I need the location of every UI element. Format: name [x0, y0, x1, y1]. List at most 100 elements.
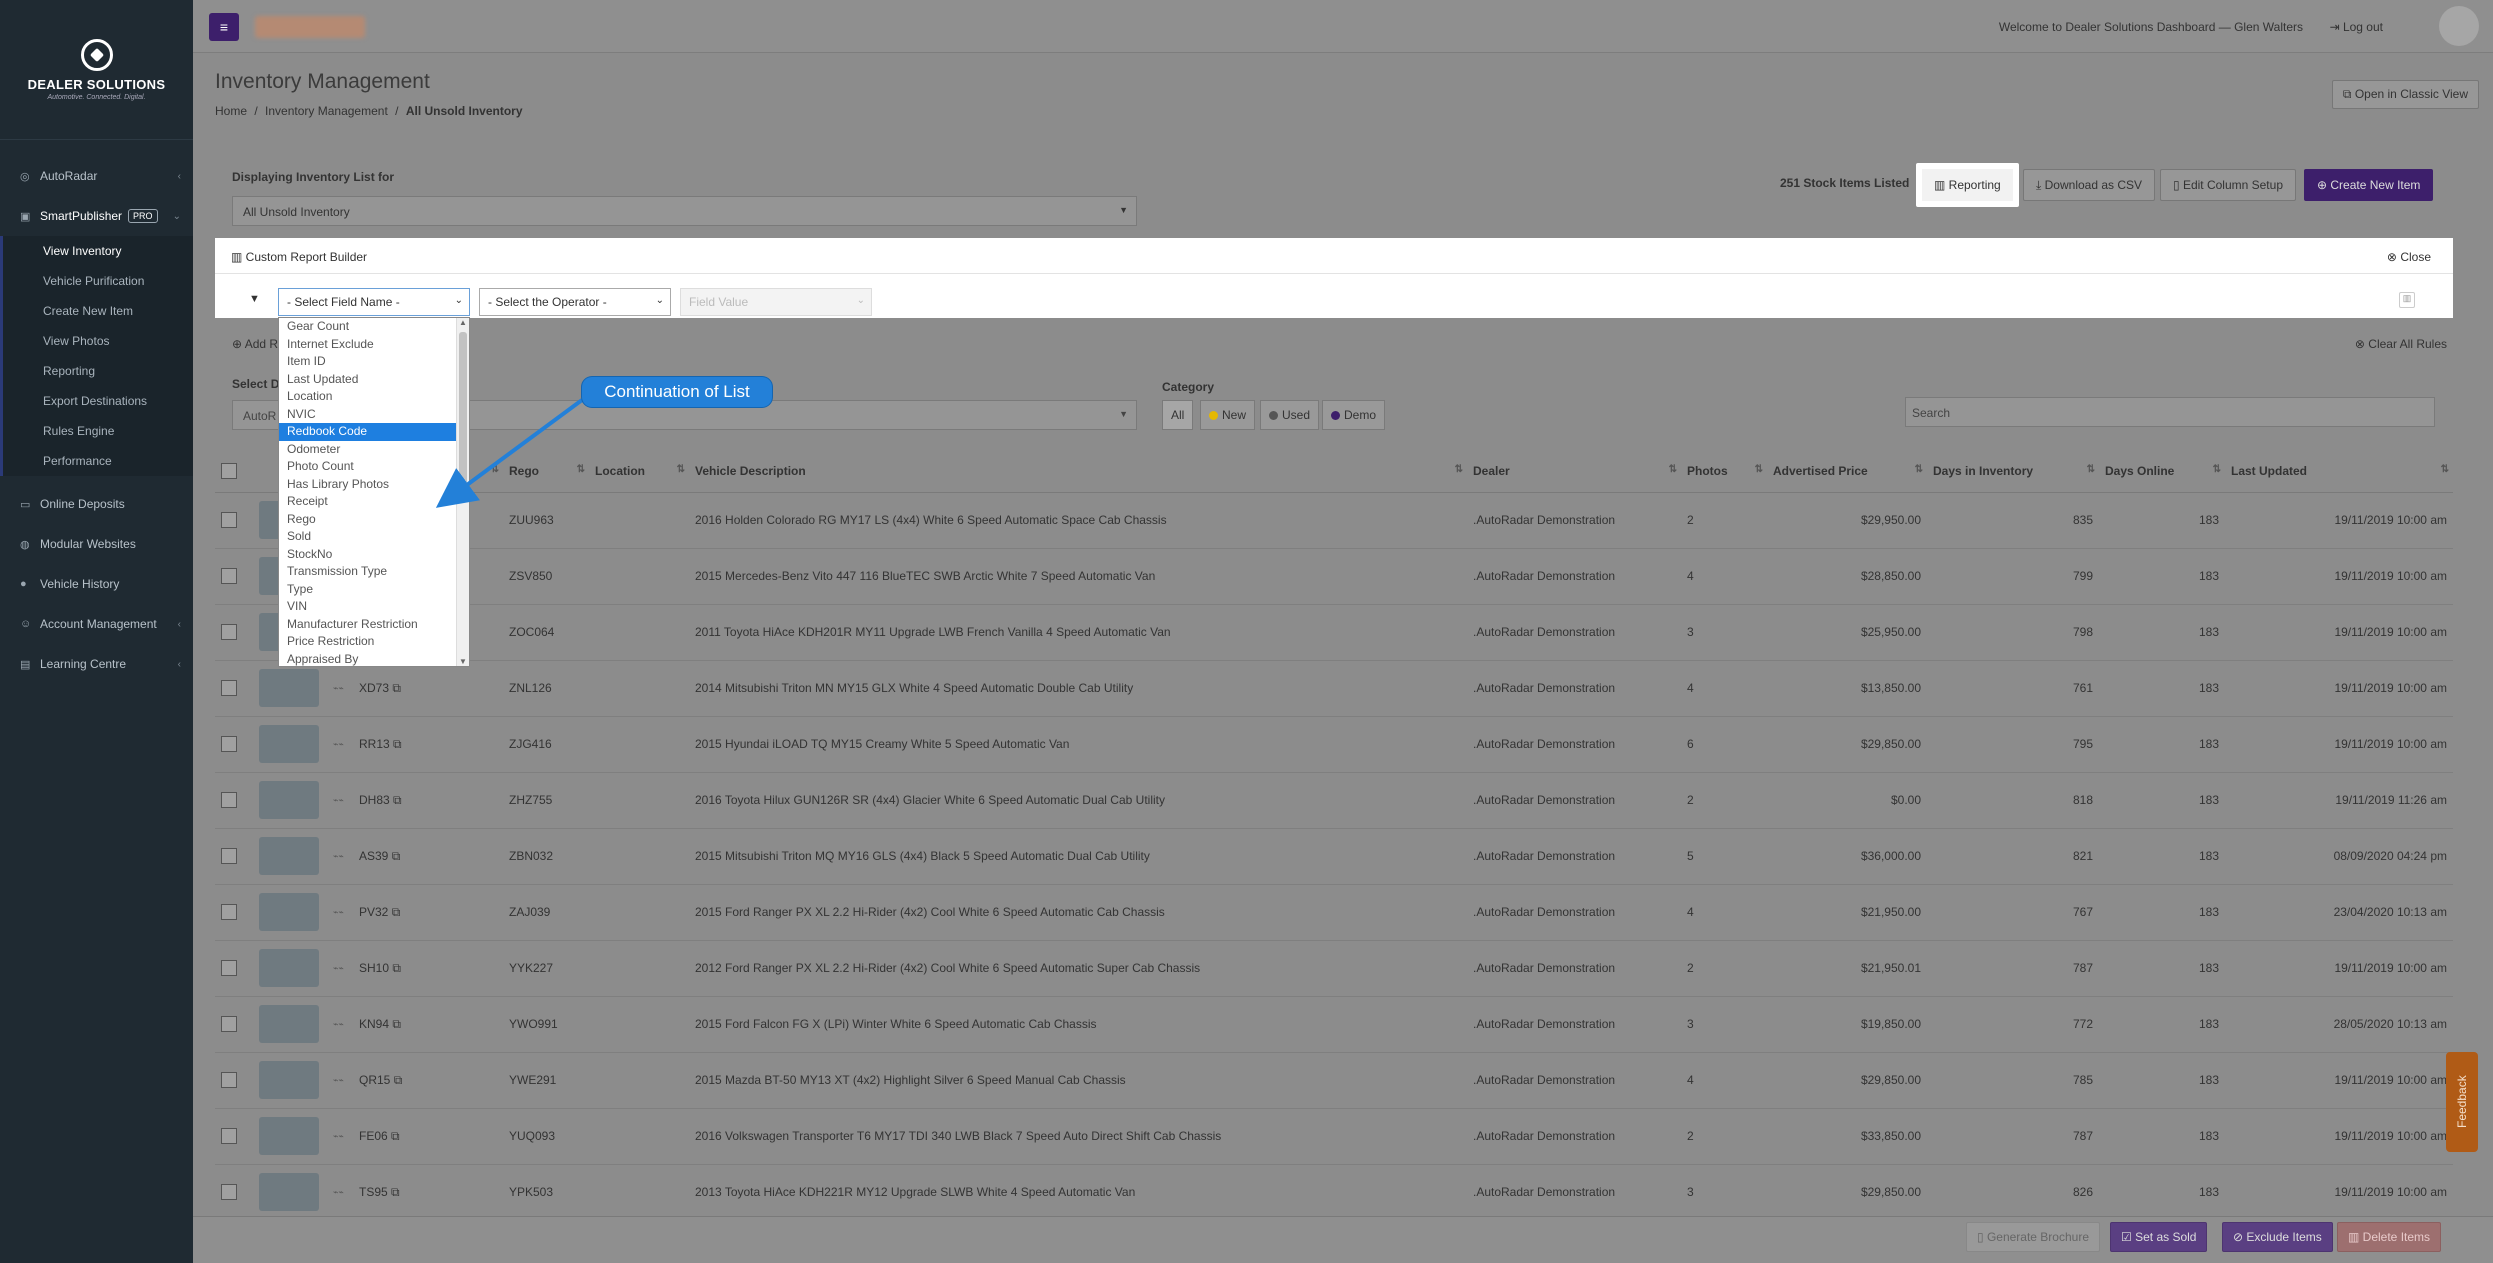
days-online-column-header[interactable]: Days Online ⇅: [2099, 450, 2225, 493]
dropdown-option[interactable]: StockNo: [279, 546, 469, 564]
sidebar-item-online-deposits[interactable]: ▭ Online Deposits: [0, 484, 193, 524]
table-row[interactable]: ⌁⌁ FE06 ⧉ YUQ093 2016 Volkswagen Transporte…: [215, 1108, 2453, 1165]
search-input[interactable]: Search: [1905, 397, 2435, 427]
vehicle-thumbnail[interactable]: [259, 781, 319, 819]
sort-icon[interactable]: ⇅: [491, 464, 499, 475]
delete-items-button[interactable]: ▥ Delete Items: [2337, 1222, 2442, 1252]
sort-icon[interactable]: ⇅: [2087, 464, 2095, 475]
external-link-icon[interactable]: ⧉: [394, 1073, 403, 1087]
table-row[interactable]: ⌁⌁ZOC0642011 Toyota HiAce KDH201R MY11 U…: [215, 604, 2453, 661]
sort-icon[interactable]: ⇅: [1669, 464, 1677, 475]
external-link-icon[interactable]: ⧉: [392, 1017, 401, 1031]
dropdown-option[interactable]: Redbook Code: [279, 423, 469, 441]
trash-icon[interactable]: ▥: [2399, 292, 2415, 308]
table-row[interactable]: ⌁⌁ AS39 ⧉ ZBN032 2015 Mitsubishi Triton MQ …: [215, 828, 2453, 885]
logout-link[interactable]: ⇥ Log out: [2330, 20, 2383, 34]
sidebar-item-reporting[interactable]: Reporting: [3, 356, 193, 386]
sidebar-item-smartpublisher[interactable]: ▣ SmartPublisher PRO ⌄: [0, 196, 193, 236]
vehicle-thumbnail[interactable]: [259, 837, 319, 875]
add-rule-button[interactable]: ⊕ Add R: [232, 337, 278, 351]
dropdown-scrollbar[interactable]: ▲ ▼: [456, 318, 469, 666]
dropdown-option[interactable]: Item ID: [279, 353, 469, 371]
row-checkbox[interactable]: [221, 1016, 237, 1032]
sidebar-item-performance[interactable]: Performance: [3, 446, 193, 476]
last-updated-column-header[interactable]: Last Updated ⇅: [2225, 450, 2453, 493]
feedback-tab[interactable]: Feedback: [2446, 1052, 2478, 1152]
hamburger-menu-icon[interactable]: ≡: [209, 13, 239, 41]
edit-column-setup-button[interactable]: ▯ Edit Column Setup: [2160, 169, 2296, 201]
clear-all-rules-button[interactable]: ⊗ Clear All Rules: [2355, 337, 2447, 351]
dropdown-option[interactable]: Has Library Photos: [279, 476, 469, 494]
table-row[interactable]: ⌁⌁ QR15 ⧉ YWE291 2015 Mazda BT-50 MY13 XT (…: [215, 1052, 2453, 1109]
table-row[interactable]: ⌁⌁ZSV8502015 Mercedes-Benz Vito 447 116 …: [215, 548, 2453, 605]
stock-number-link[interactable]: SH10: [359, 961, 389, 975]
external-link-icon[interactable]: ⧉: [392, 849, 401, 863]
breadcrumb-home[interactable]: Home: [215, 104, 247, 118]
days-inventory-column-header[interactable]: Days in Inventory ⇅: [1927, 450, 2099, 493]
row-checkbox[interactable]: [221, 1128, 237, 1144]
dropdown-option[interactable]: Type: [279, 581, 469, 599]
table-row[interactable]: ⌁⌁ SH10 ⧉ YYK227 2012 Ford Ranger PX XL 2.2…: [215, 940, 2453, 997]
category-used-button[interactable]: Used: [1260, 400, 1320, 430]
row-checkbox[interactable]: [221, 1184, 237, 1200]
sidebar-item-autoradar[interactable]: ◎ AutoRadar ‹: [0, 156, 193, 196]
table-row[interactable]: ⌁⌁ TS95 ⧉ YPK503 2013 Toyota HiAce KDH221R …: [215, 1164, 2453, 1221]
table-row[interactable]: ⌁⌁ KN94 ⧉ YWO991 2015 Ford Falcon FG X (LPi…: [215, 996, 2453, 1053]
external-link-icon[interactable]: ⧉: [393, 737, 402, 751]
external-link-icon[interactable]: ⧉: [392, 681, 401, 695]
dropdown-option[interactable]: Rego: [279, 511, 469, 529]
dropdown-option[interactable]: Transmission Type: [279, 563, 469, 581]
vehicle-thumbnail[interactable]: [259, 1173, 319, 1211]
sidebar-item-vehicle-purification[interactable]: Vehicle Purification: [3, 266, 193, 296]
external-link-icon[interactable]: ⧉: [392, 905, 401, 919]
sort-icon[interactable]: ⇅: [677, 464, 685, 475]
row-checkbox[interactable]: [221, 568, 237, 584]
dropdown-option[interactable]: Receipt: [279, 493, 469, 511]
row-checkbox[interactable]: [221, 736, 237, 752]
sidebar-item-create-new-item[interactable]: Create New Item: [3, 296, 193, 326]
dealer-column-header[interactable]: Dealer ⇅: [1467, 450, 1681, 493]
exclude-items-button[interactable]: ⊘ Exclude Items: [2222, 1222, 2333, 1252]
download-csv-button[interactable]: ⤓ Download as CSV: [2023, 169, 2156, 201]
stock-number-link[interactable]: PV32: [359, 905, 388, 919]
sort-icon[interactable]: ⇅: [1755, 464, 1763, 475]
table-row[interactable]: ⌁⌁ RR13 ⧉ ZJG416 2015 Hyundai iLOAD TQ MY15…: [215, 716, 2453, 773]
sort-icon[interactable]: ⇅: [2441, 464, 2449, 475]
stock-number-link[interactable]: QR15: [359, 1073, 390, 1087]
sidebar-item-view-inventory[interactable]: View Inventory: [3, 236, 193, 266]
table-row[interactable]: ⌁⌁ PV32 ⧉ ZAJ039 2015 Ford Ranger PX XL 2.2…: [215, 884, 2453, 941]
sidebar-item-account-management[interactable]: ☺ Account Management ‹: [0, 604, 193, 644]
dropdown-option[interactable]: VIN: [279, 598, 469, 616]
field-value-input[interactable]: Field Value ⌄: [680, 288, 872, 316]
price-column-header[interactable]: Advertised Price ⇅: [1767, 450, 1927, 493]
sort-icon[interactable]: ⇅: [1455, 464, 1463, 475]
stock-number-link[interactable]: RR13: [359, 737, 390, 751]
dropdown-option[interactable]: NVIC: [279, 406, 469, 424]
vehicle-thumbnail[interactable]: [259, 949, 319, 987]
location-column-header[interactable]: Location ⇅: [589, 450, 689, 493]
dropdown-option[interactable]: Location: [279, 388, 469, 406]
dropdown-option[interactable]: Sold: [279, 528, 469, 546]
sidebar-item-modular-websites[interactable]: ◍ Modular Websites: [0, 524, 193, 564]
vehicle-thumbnail[interactable]: [259, 1117, 319, 1155]
dropdown-option[interactable]: Gear Count: [279, 318, 469, 336]
row-checkbox[interactable]: [221, 512, 237, 528]
category-demo-button[interactable]: Demo: [1322, 400, 1386, 430]
dropdown-option[interactable]: Odometer: [279, 441, 469, 459]
stock-number-link[interactable]: AS39: [359, 849, 388, 863]
row-checkbox[interactable]: [221, 848, 237, 864]
sidebar-item-rules-engine[interactable]: Rules Engine: [3, 416, 193, 446]
stock-number-link[interactable]: TS95: [359, 1185, 388, 1199]
category-all-button[interactable]: All: [1162, 400, 1194, 430]
set-as-sold-button[interactable]: ☑ Set as Sold: [2110, 1222, 2208, 1252]
brand-logo[interactable]: DEALER SOLUTIONS Automotive. Connected. …: [0, 0, 193, 140]
breadcrumb-inventory-management[interactable]: Inventory Management: [265, 104, 388, 118]
description-column-header[interactable]: Vehicle Description ⇅: [689, 450, 1467, 493]
stock-number-link[interactable]: FE06: [359, 1129, 388, 1143]
open-classic-view-button[interactable]: ⧉ Open in Classic View: [2331, 80, 2479, 109]
close-button[interactable]: ⊗ Close: [2387, 250, 2431, 264]
inventory-list-select[interactable]: All Unsold Inventory ▼: [232, 196, 1137, 226]
sidebar-item-export-destinations[interactable]: Export Destinations: [3, 386, 193, 416]
vehicle-thumbnail[interactable]: [259, 1061, 319, 1099]
sidebar-item-vehicle-history[interactable]: ● Vehicle History: [0, 564, 193, 604]
